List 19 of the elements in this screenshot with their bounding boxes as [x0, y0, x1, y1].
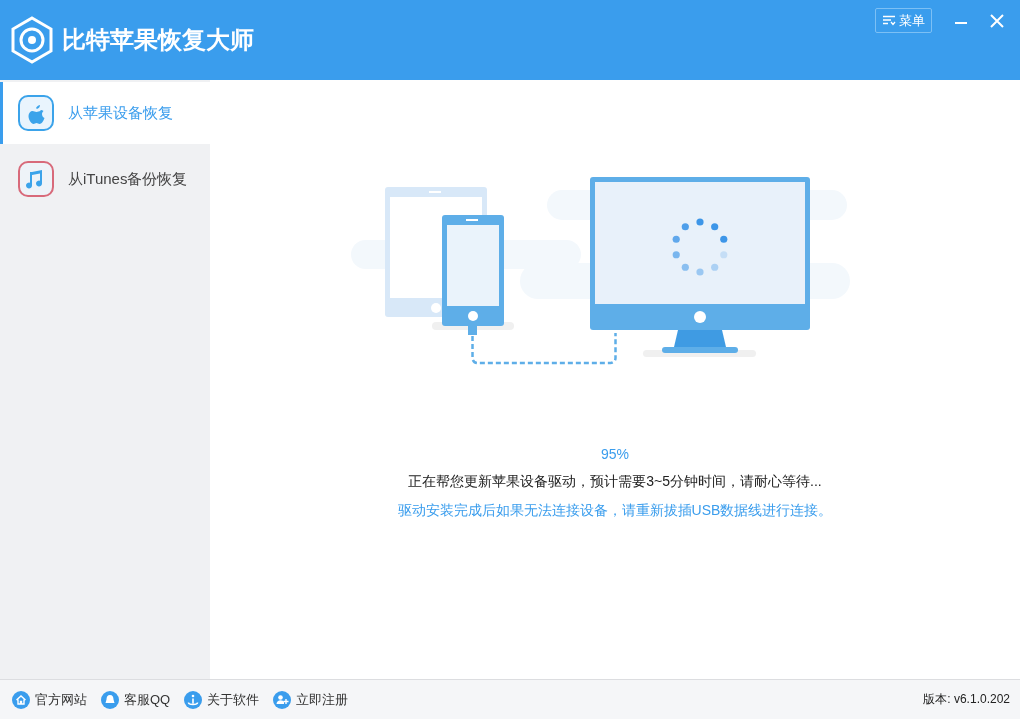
progress-percent: 95% [601, 446, 629, 462]
footer-link[interactable]: 官方网站 [12, 690, 87, 709]
sidebar-item[interactable]: 从iTunes备份恢复 [0, 148, 210, 210]
hint-message: 驱动安装完成后如果无法连接设备，请重新拔插USB数据线进行连接。 [397, 502, 833, 520]
version-label: 版本: v6.1.0.202 [923, 691, 1010, 708]
hexagon-logo-icon [10, 16, 54, 64]
close-icon[interactable] [990, 14, 1004, 28]
add-user-icon [273, 690, 292, 709]
app-title: 比特苹果恢复大师 [62, 25, 254, 55]
music-note-icon [18, 161, 54, 197]
status-message: 正在帮您更新苹果设备驱动，预计需要3~5分钟时间，请耐心等待... [408, 473, 822, 491]
footer-link[interactable]: 客服QQ [101, 690, 171, 709]
menu-icon [882, 15, 896, 26]
footer-link[interactable]: 立即注册 [273, 690, 349, 709]
bell-icon [101, 690, 119, 709]
footer-link[interactable]: 关于软件 [184, 690, 260, 709]
info-icon [184, 690, 203, 709]
apple-icon [18, 95, 54, 131]
home-icon [12, 690, 30, 709]
